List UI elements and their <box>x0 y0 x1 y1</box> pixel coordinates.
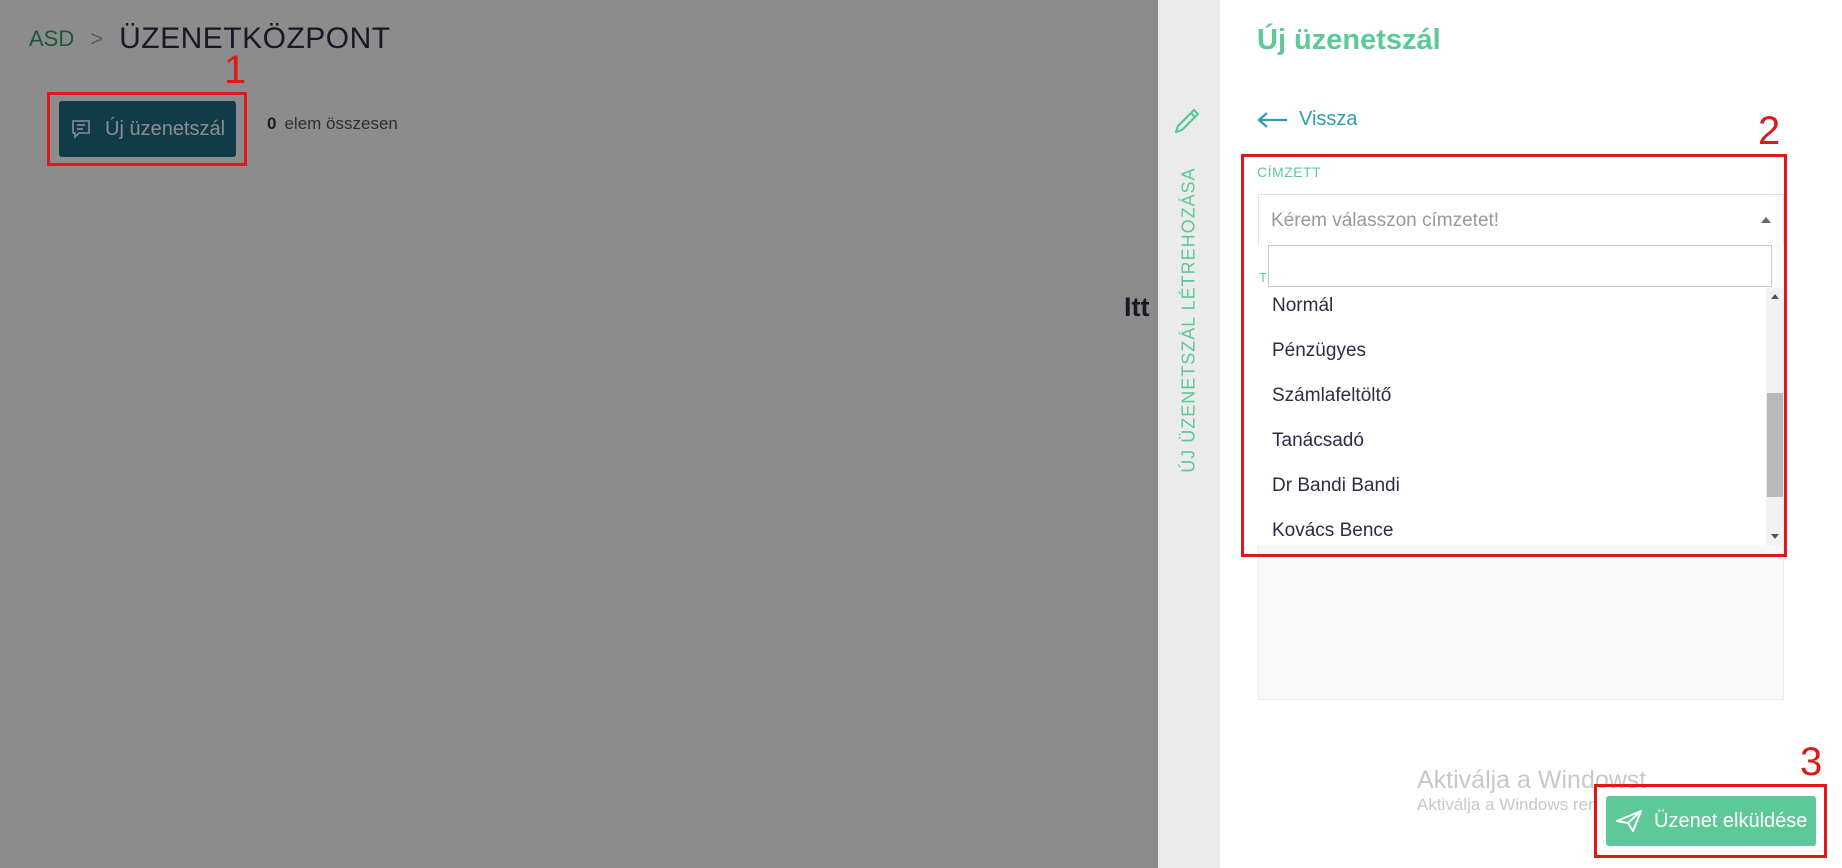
annotation-box-2 <box>1241 154 1787 557</box>
annotation-number-3: 3 <box>1800 740 1823 784</box>
back-link-label: Vissza <box>1299 108 1358 130</box>
annotation-number-2: 2 <box>1758 109 1781 153</box>
pencil-icon <box>1174 108 1200 134</box>
annotation-box-3 <box>1594 784 1827 858</box>
arrow-left-icon <box>1257 111 1287 128</box>
side-panel-tab-label: ÚJ ÜZENETSZÁL LÉTREHOZÁSA <box>1178 167 1199 473</box>
annotation-number-1: 1 <box>224 48 247 92</box>
panel-title: Új üzenetszál <box>1257 24 1441 56</box>
back-link[interactable]: Vissza <box>1257 108 1358 131</box>
annotation-box-1 <box>47 92 247 166</box>
